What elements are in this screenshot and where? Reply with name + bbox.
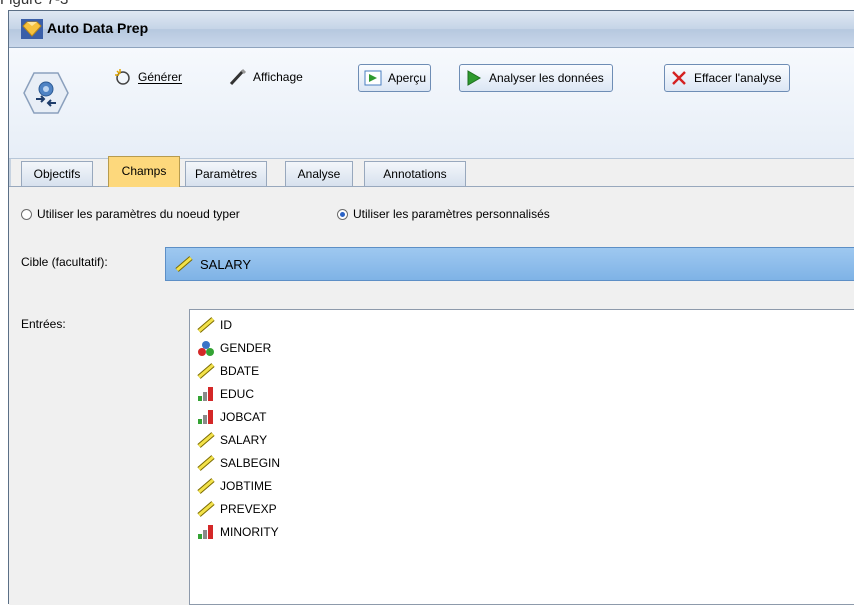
auto-data-prep-window: Auto Data Prep Générer Affichage Aperçu … xyxy=(8,10,854,605)
preview-label: Aperçu xyxy=(388,71,427,85)
clear-analysis-button[interactable]: Effacer l'analyse xyxy=(664,64,791,92)
view-icon xyxy=(229,68,247,86)
radio-button-selected[interactable] xyxy=(337,208,348,220)
close-icon xyxy=(672,71,686,85)
radio-custom-settings[interactable]: Utiliser les paramètres personnalisés xyxy=(337,207,550,221)
target-field[interactable]: SALARY xyxy=(165,247,854,281)
view-label: Affichage xyxy=(253,70,303,84)
list-item[interactable]: SALBEGIN xyxy=(196,452,280,474)
list-item[interactable]: EDUC xyxy=(196,383,254,405)
inputs-list[interactable]: ID GENDER BDATE EDUC JOBCAT SALARY SALBE… xyxy=(189,309,854,605)
ruler-icon xyxy=(197,455,215,471)
tab-parametres[interactable]: Paramètres xyxy=(185,161,267,186)
toolbar-area: Générer Affichage Aperçu Analyser les do… xyxy=(9,48,854,159)
list-item[interactable]: JOBTIME xyxy=(196,475,272,497)
preview-icon xyxy=(364,70,382,86)
preview-button[interactable]: Aperçu xyxy=(358,64,432,92)
title-bar: Auto Data Prep xyxy=(9,11,854,48)
fields-panel: Utiliser les paramètres du noeud typer U… xyxy=(9,186,854,605)
list-item[interactable]: PREVEXP xyxy=(196,498,277,520)
ruler-icon xyxy=(175,256,193,272)
play-icon xyxy=(467,70,481,86)
target-value: SALARY xyxy=(200,256,252,272)
analyze-label: Analyser les données xyxy=(489,71,604,85)
inputs-label: Entrées: xyxy=(21,317,66,331)
generate-menu[interactable]: Générer xyxy=(109,65,186,89)
ruler-icon xyxy=(197,478,215,494)
tab-analyse[interactable]: Analyse xyxy=(285,161,353,186)
ruler-icon xyxy=(197,363,215,379)
figure-caption: Figure 7-3 xyxy=(0,0,68,8)
list-item[interactable]: GENDER xyxy=(196,337,271,359)
clear-label: Effacer l'analyse xyxy=(694,71,782,85)
radio-type-node-settings[interactable]: Utiliser les paramètres du noeud typer xyxy=(21,207,240,221)
ordinal-icon xyxy=(198,410,213,424)
tab-annotations[interactable]: Annotations xyxy=(364,161,466,186)
ruler-icon xyxy=(197,501,215,517)
tab-objectifs[interactable]: Objectifs xyxy=(21,161,93,186)
auto-data-prep-node-icon xyxy=(23,72,69,114)
list-item[interactable]: ID xyxy=(196,314,232,336)
generate-icon xyxy=(115,69,130,85)
view-menu[interactable]: Affichage xyxy=(224,65,307,89)
analyze-data-button[interactable]: Analyser les données xyxy=(459,64,613,92)
target-label: Cible (facultatif): xyxy=(21,255,108,269)
generate-label: Générer xyxy=(138,70,183,84)
ordinal-icon xyxy=(198,525,213,539)
diamond-icon xyxy=(21,19,43,39)
list-item[interactable]: SALARY xyxy=(196,429,267,451)
ruler-icon xyxy=(197,317,215,333)
ordinal-icon xyxy=(198,387,213,401)
tab-champs[interactable]: Champs xyxy=(108,156,180,187)
radio-button-unselected[interactable] xyxy=(21,208,32,220)
ruler-icon xyxy=(197,432,215,448)
list-item[interactable]: JOBCAT xyxy=(196,406,266,428)
window-title: Auto Data Prep xyxy=(47,20,149,36)
nominal-icon xyxy=(198,341,214,356)
list-item[interactable]: BDATE xyxy=(196,360,259,382)
list-item[interactable]: MINORITY xyxy=(196,521,279,543)
